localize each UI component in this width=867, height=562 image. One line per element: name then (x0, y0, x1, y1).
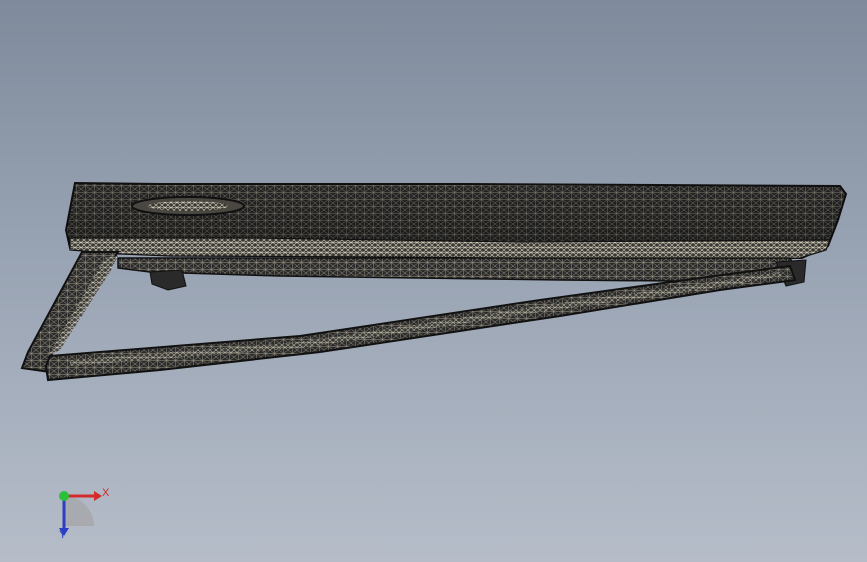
part-tab-left (149, 269, 187, 291)
graphics-viewport[interactable]: X Y (0, 0, 867, 562)
y-axis-label: Y (59, 529, 67, 541)
triad-view-sphere (64, 496, 94, 526)
reference-triad: X Y (40, 478, 120, 550)
part-oval-pocket-inner (148, 201, 228, 211)
part-front-band (69, 237, 831, 260)
meshed-part-model[interactable] (0, 0, 867, 562)
x-axis-arrowhead (94, 491, 102, 501)
z-axis-indicator (59, 491, 69, 501)
x-axis-label: X (102, 487, 110, 499)
